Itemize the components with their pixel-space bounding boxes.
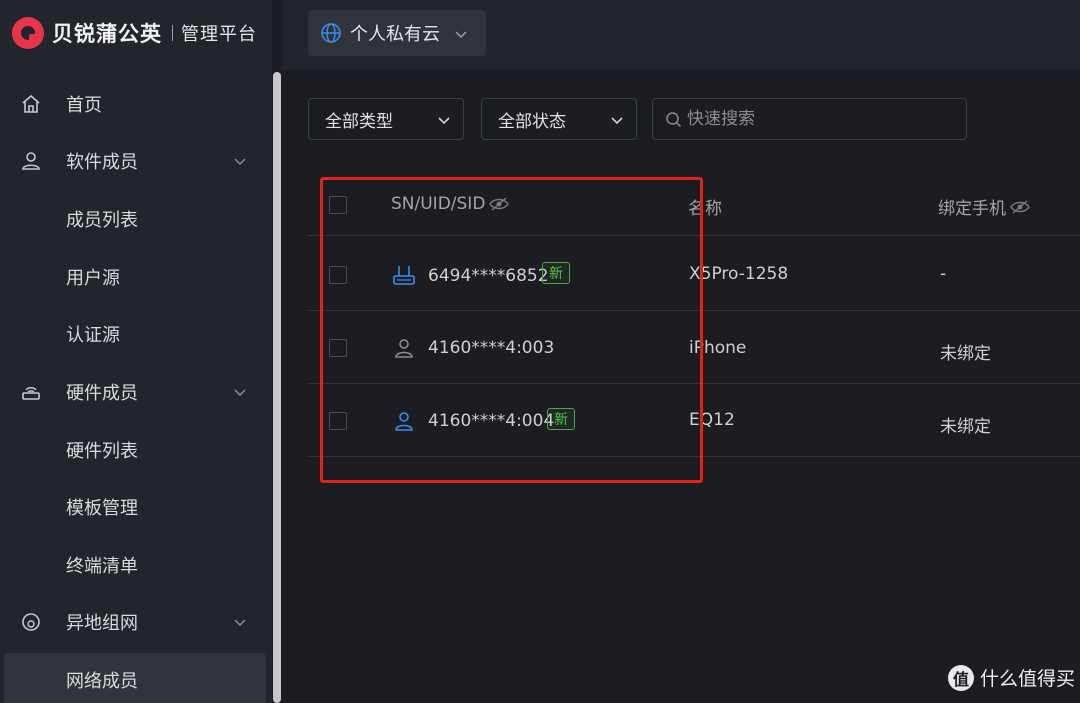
brand-subtitle: 管理平台: [181, 24, 257, 45]
type-filter-value: 全部类型: [325, 111, 393, 132]
watermark-text: 什么值得买: [980, 668, 1076, 690]
status-filter-select[interactable]: 全部状态: [481, 98, 637, 140]
sidebar-item-label: 网络成员: [66, 671, 138, 692]
network-icon: [22, 613, 40, 631]
watermark: 值 什么值得买: [948, 664, 1075, 691]
eye-off-icon[interactable]: [1010, 199, 1030, 214]
column-header-phone[interactable]: 绑定手机: [938, 194, 1030, 219]
search-input[interactable]: [687, 107, 957, 131]
sidebar-item-label: 用户源: [66, 268, 120, 289]
sidebar-scrollbar[interactable]: [273, 72, 281, 703]
sidebar-item-label: 异地组网: [66, 613, 138, 634]
sidebar-item-network-members[interactable]: 网络成员: [0, 656, 272, 703]
logo-icon: [12, 17, 44, 49]
sidebar: 贝锐蒲公英 管理平台 首页 软件成员 成员列表 用户源 认证源 硬件成员 硬件列…: [0, 0, 272, 703]
sidebar-item-software-members[interactable]: 软件成员: [0, 137, 272, 185]
chevron-down-icon: [234, 158, 246, 165]
sidebar-item-label: 认证源: [66, 325, 120, 346]
home-icon: [22, 94, 40, 113]
type-filter-select[interactable]: 全部类型: [308, 98, 464, 140]
router-icon: [22, 387, 40, 400]
bound-phone: -: [940, 264, 947, 284]
sidebar-item-label: 首页: [66, 95, 102, 116]
sidebar-item-auth-source[interactable]: 认证源: [0, 310, 272, 358]
sidebar-item-terminal-list[interactable]: 终端清单: [0, 541, 272, 589]
sidebar-item-home[interactable]: 首页: [0, 80, 272, 128]
cloud-select-value: 个人私有云: [350, 24, 440, 45]
chevron-down-icon: [234, 389, 246, 396]
sidebar-item-remote-networking[interactable]: 异地组网: [0, 598, 272, 646]
column-header-label: 绑定手机: [938, 199, 1006, 219]
user-icon: [22, 152, 40, 170]
search-box[interactable]: [652, 98, 967, 140]
watermark-logo-icon: 值: [948, 664, 974, 691]
brand-name: 贝锐蒲公英: [52, 22, 162, 46]
sidebar-item-member-list[interactable]: 成员列表: [0, 195, 272, 243]
sidebar-item-hardware-members[interactable]: 硬件成员: [0, 368, 272, 416]
chevron-down-icon: [438, 117, 450, 125]
cloud-select-dropdown[interactable]: 个人私有云: [308, 10, 486, 56]
chevron-down-icon: [234, 619, 246, 626]
sidebar-item-user-source[interactable]: 用户源: [0, 253, 272, 301]
sidebar-item-label: 软件成员: [66, 152, 138, 173]
device-name: X5Pro-1258: [689, 264, 789, 284]
sidebar-item-label: 硬件成员: [66, 383, 138, 404]
sidebar-item-hardware-list[interactable]: 硬件列表: [0, 426, 272, 474]
annotation-highlight-box: [320, 177, 703, 483]
chevron-down-icon: [611, 117, 623, 125]
chevron-down-icon: [455, 31, 467, 38]
search-icon: [666, 112, 682, 128]
sidebar-item-template-management[interactable]: 模板管理: [0, 483, 272, 531]
brand-logo[interactable]: 贝锐蒲公英 管理平台: [12, 16, 257, 50]
sidebar-item-label: 硬件列表: [66, 441, 138, 462]
status-filter-value: 全部状态: [498, 111, 566, 132]
sidebar-item-label: 终端清单: [66, 556, 138, 577]
bound-phone: 未绑定: [940, 417, 991, 437]
sidebar-item-label: 成员列表: [66, 210, 138, 231]
bound-phone: 未绑定: [940, 344, 991, 364]
sidebar-item-label: 模板管理: [66, 498, 138, 519]
globe-icon: [321, 23, 341, 43]
brand-separator: [172, 25, 173, 41]
